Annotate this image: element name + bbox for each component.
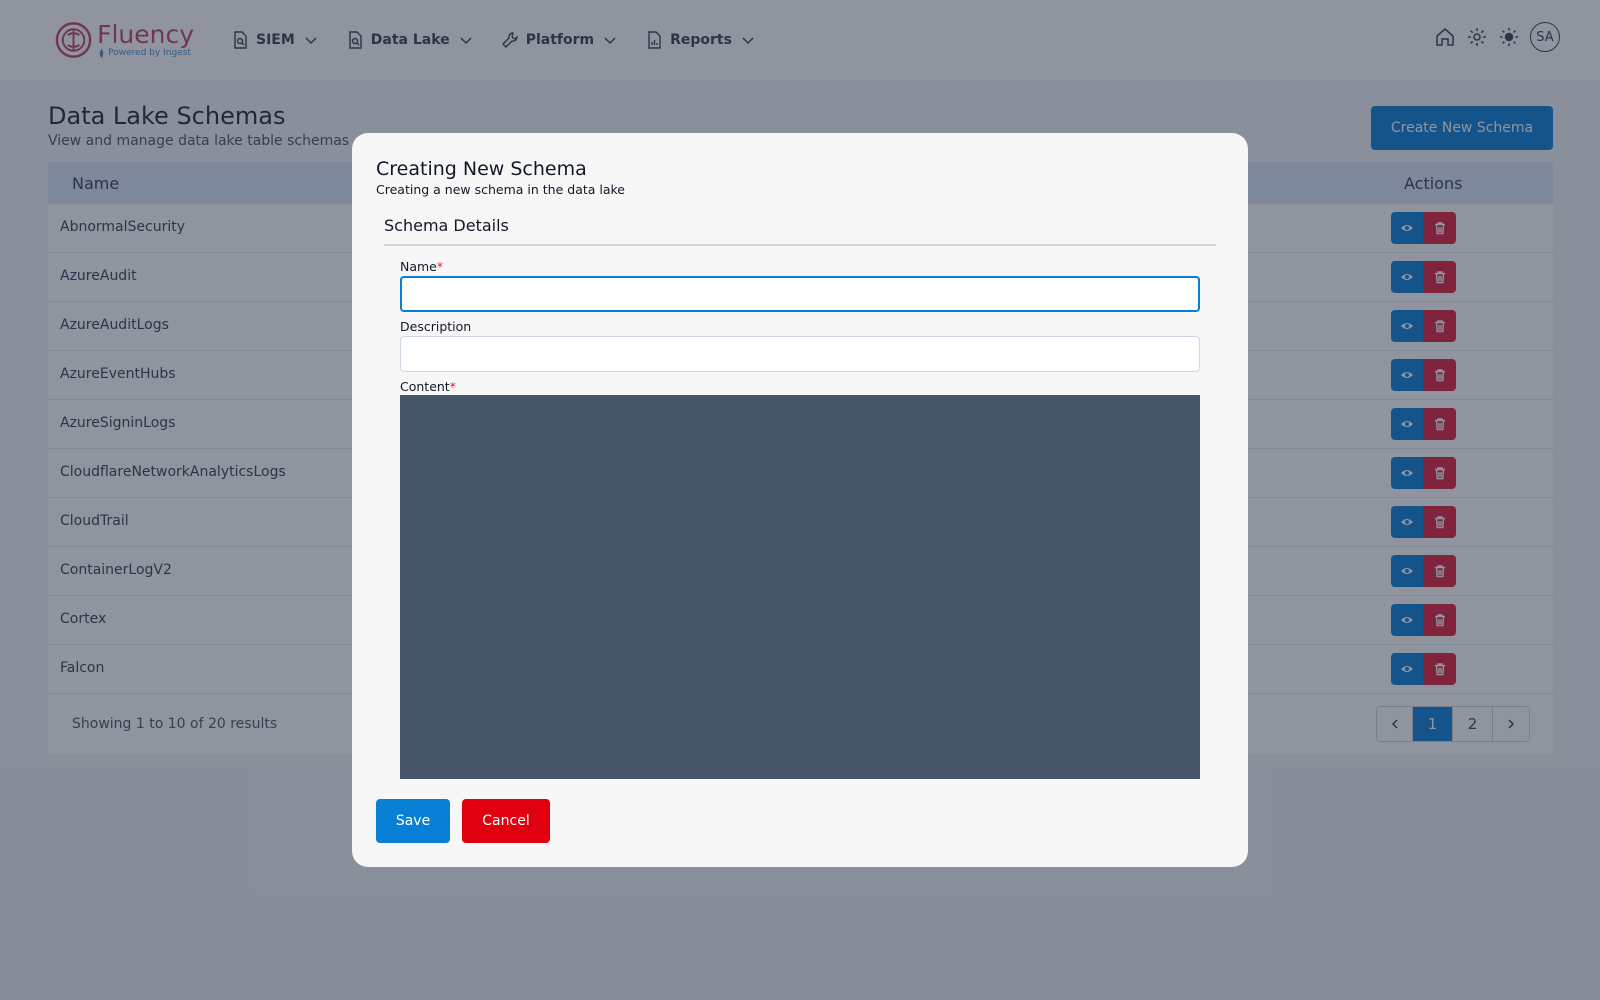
save-button[interactable]: Save bbox=[376, 799, 450, 843]
modal-title: Creating New Schema bbox=[376, 158, 587, 180]
create-schema-modal: Creating New Schema Creating a new schem… bbox=[352, 133, 1248, 867]
cancel-button[interactable]: Cancel bbox=[462, 799, 550, 843]
section-heading: Schema Details bbox=[384, 213, 1216, 246]
content-editor[interactable] bbox=[400, 395, 1200, 779]
description-input[interactable] bbox=[400, 336, 1200, 372]
required-mark: * bbox=[436, 259, 444, 274]
required-mark: * bbox=[449, 379, 456, 394]
modal-subtitle: Creating a new schema in the data lake bbox=[376, 182, 625, 197]
name-label: Name* bbox=[400, 259, 444, 274]
description-label: Description bbox=[400, 319, 472, 334]
content-label: Content* bbox=[400, 379, 456, 394]
name-input[interactable] bbox=[400, 276, 1200, 312]
